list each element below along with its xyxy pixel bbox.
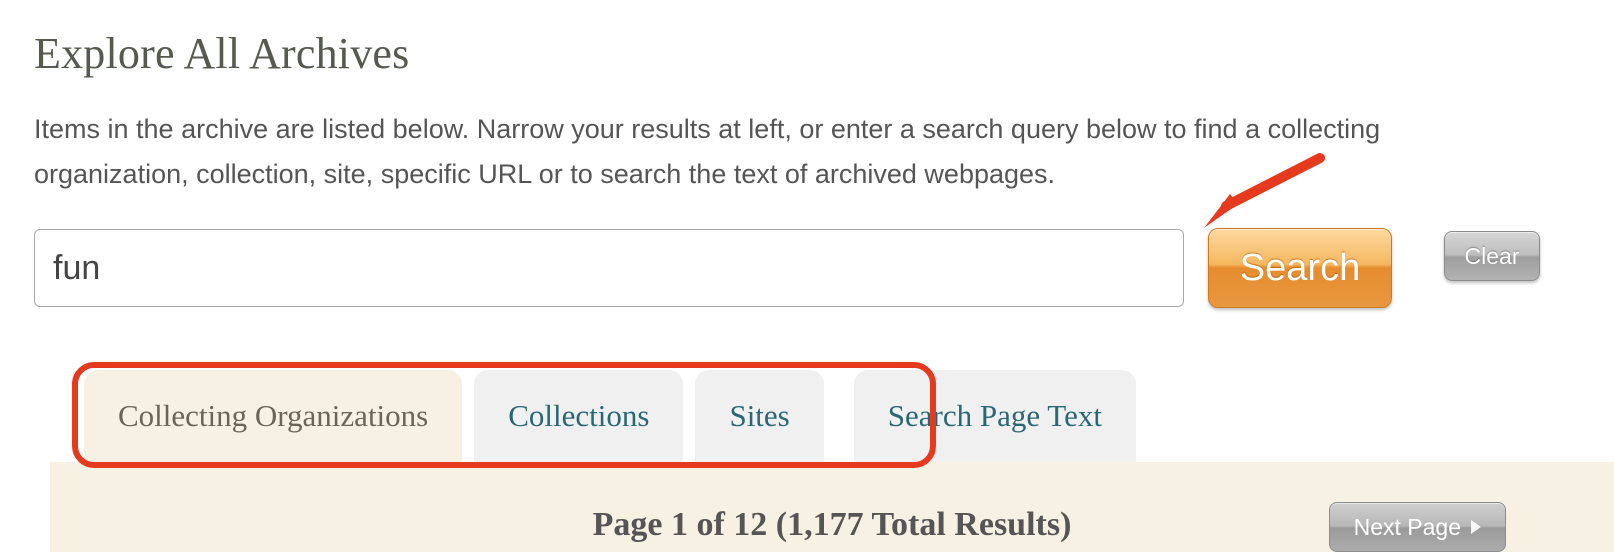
clear-button[interactable]: Clear — [1444, 231, 1540, 281]
intro-text: Items in the archive are listed below. N… — [34, 107, 1534, 196]
search-button[interactable]: Search — [1208, 228, 1392, 308]
next-page-button[interactable]: Next Page — [1329, 502, 1506, 552]
search-input[interactable] — [34, 229, 1184, 307]
next-page-label: Next Page — [1354, 514, 1461, 541]
tabs-container: Collecting Organizations Collections Sit… — [34, 370, 1580, 552]
search-row: Search Clear — [34, 228, 1580, 308]
tab-collecting-organizations[interactable]: Collecting Organizations — [84, 370, 462, 462]
chevron-right-icon — [1471, 520, 1481, 534]
tab-sites[interactable]: Sites — [695, 370, 823, 462]
tab-collections[interactable]: Collections — [474, 370, 683, 462]
results-summary: Page 1 of 12 (1,177 Total Results) — [593, 506, 1072, 544]
page-title: Explore All Archives — [34, 28, 1580, 79]
tab-search-page-text[interactable]: Search Page Text — [854, 370, 1136, 462]
results-bar: Page 1 of 12 (1,177 Total Results) Next … — [50, 462, 1614, 552]
